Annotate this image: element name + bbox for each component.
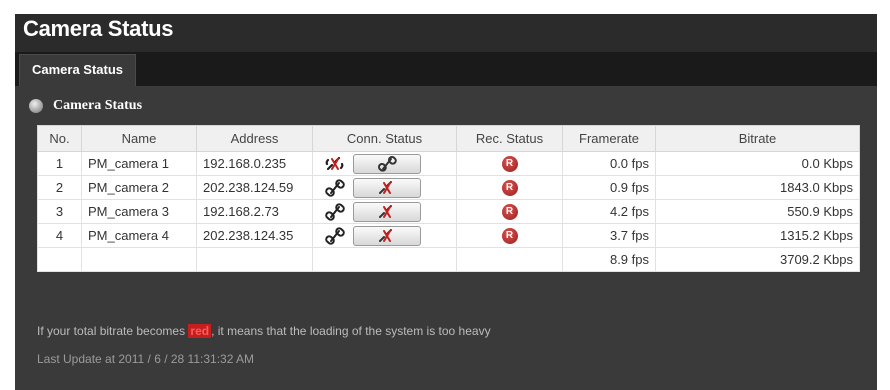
col-header-address: Address bbox=[196, 125, 313, 152]
cell-framerate: 0.9 fps bbox=[562, 175, 656, 200]
cell-empty bbox=[81, 247, 197, 272]
link-icon bbox=[325, 226, 345, 245]
note-text-after: , it means that the loading of the syste… bbox=[211, 324, 491, 338]
table-body: 1 PM_camera 1 192.168.0.235 R 0.0 fps 0.… bbox=[37, 151, 860, 272]
totals-row: 8.9 fps 3709.2 Kbps bbox=[37, 247, 860, 272]
section-header: Camera Status bbox=[29, 96, 142, 116]
cell-framerate: 4.2 fps bbox=[562, 199, 656, 224]
col-header-rec-status: Rec. Status bbox=[456, 125, 563, 152]
col-header-framerate: Framerate bbox=[562, 125, 656, 152]
cell-rec-status: R bbox=[456, 151, 563, 176]
connect-button[interactable] bbox=[353, 153, 421, 174]
rec-icon: R bbox=[501, 203, 518, 220]
disconnect-button[interactable] bbox=[353, 177, 421, 198]
cell-conn-status bbox=[312, 151, 457, 176]
camera-table: No. Name Address Conn. Status Rec. Statu… bbox=[37, 125, 860, 272]
table-row: 4 PM_camera 4 202.238.124.35 R 3.7 fps 1… bbox=[37, 223, 860, 248]
cell-empty bbox=[37, 247, 82, 272]
col-header-no: No. bbox=[37, 125, 82, 152]
cell-conn-status bbox=[312, 223, 457, 248]
link-icon bbox=[325, 202, 345, 221]
table-row: 1 PM_camera 1 192.168.0.235 R 0.0 fps 0.… bbox=[37, 151, 860, 176]
total-bitrate: 3709.2 Kbps bbox=[655, 247, 860, 272]
cell-framerate: 0.0 fps bbox=[562, 151, 656, 176]
table-row: 3 PM_camera 3 192.168.2.73 R 4.2 fps 550… bbox=[37, 199, 860, 224]
broken-link-icon bbox=[379, 204, 392, 218]
cell-address: 192.168.2.73 bbox=[196, 199, 313, 224]
app-title: Camera Status bbox=[23, 16, 174, 41]
cell-name: PM_camera 3 bbox=[81, 199, 197, 224]
cell-address: 202.238.124.35 bbox=[196, 223, 313, 248]
cell-rec-status: R bbox=[456, 199, 563, 224]
table-header-row: No. Name Address Conn. Status Rec. Statu… bbox=[37, 125, 860, 152]
bitrate-warning-note: If your total bitrate becomes red, it me… bbox=[37, 324, 491, 338]
cell-rec-status: R bbox=[456, 175, 563, 200]
cell-bitrate: 1315.2 Kbps bbox=[655, 223, 860, 248]
rec-icon: R bbox=[501, 179, 518, 196]
disconnect-button[interactable] bbox=[353, 225, 421, 246]
table-row: 2 PM_camera 2 202.238.124.59 R 0.9 fps 1… bbox=[37, 175, 860, 200]
col-header-bitrate: Bitrate bbox=[655, 125, 860, 152]
cell-name: PM_camera 4 bbox=[81, 223, 197, 248]
cell-empty bbox=[456, 247, 563, 272]
note-red-word: red bbox=[188, 324, 212, 338]
note-text-before: If your total bitrate becomes bbox=[37, 324, 189, 338]
tab-bar: Camera Status bbox=[15, 52, 877, 87]
cell-name: PM_camera 2 bbox=[81, 175, 197, 200]
link-icon bbox=[325, 178, 345, 197]
broken-link-icon bbox=[325, 155, 345, 173]
col-header-name: Name bbox=[81, 125, 197, 152]
camera-status-panel: Camera Status No. Name Address Conn. Sta… bbox=[15, 86, 877, 390]
total-framerate: 8.9 fps bbox=[562, 247, 656, 272]
cell-empty bbox=[312, 247, 457, 272]
cell-address: 202.238.124.59 bbox=[196, 175, 313, 200]
cell-no: 4 bbox=[37, 223, 82, 248]
section-title: Camera Status bbox=[53, 98, 143, 113]
cell-bitrate: 1843.0 Kbps bbox=[655, 175, 860, 200]
link-icon bbox=[378, 155, 397, 172]
cell-rec-status: R bbox=[456, 223, 563, 248]
cell-name: PM_camera 1 bbox=[81, 151, 197, 176]
cell-no: 3 bbox=[37, 199, 82, 224]
broken-link-icon bbox=[379, 180, 392, 194]
cell-no: 2 bbox=[37, 175, 82, 200]
cell-no: 1 bbox=[37, 151, 82, 176]
rec-icon: R bbox=[501, 155, 518, 172]
cell-bitrate: 550.9 Kbps bbox=[655, 199, 860, 224]
cell-framerate: 3.7 fps bbox=[562, 223, 656, 248]
cell-address: 192.168.0.235 bbox=[196, 151, 313, 176]
broken-link-icon bbox=[379, 228, 392, 242]
cell-empty bbox=[196, 247, 313, 272]
cell-conn-status bbox=[312, 199, 457, 224]
last-update-text: Last Update at 2011 / 6 / 28 11:31:32 AM bbox=[37, 352, 255, 366]
bullet-icon bbox=[29, 99, 43, 113]
cell-bitrate: 0.0 Kbps bbox=[655, 151, 860, 176]
rec-icon: R bbox=[501, 227, 518, 244]
col-header-conn-status: Conn. Status bbox=[312, 125, 457, 152]
disconnect-button[interactable] bbox=[353, 201, 421, 222]
cell-conn-status bbox=[312, 175, 457, 200]
tab-camera-status[interactable]: Camera Status bbox=[19, 54, 137, 87]
app-window: Camera Status Camera Status Camera Statu… bbox=[15, 14, 877, 390]
